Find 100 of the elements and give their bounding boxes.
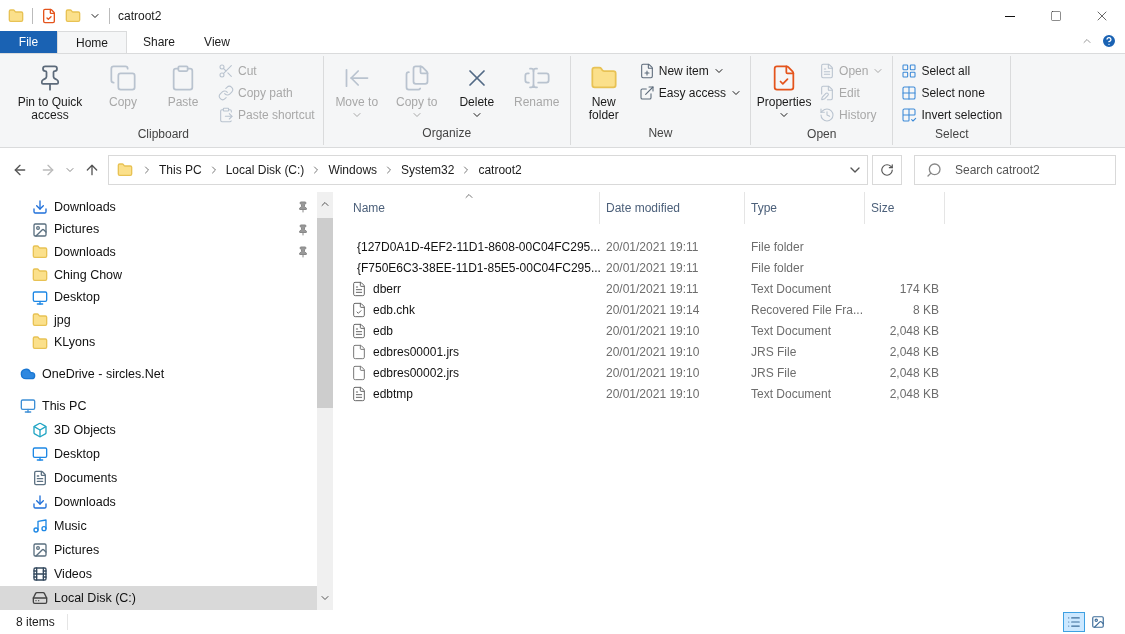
copy-icon — [109, 64, 137, 92]
nav-item[interactable]: Pictures — [0, 218, 317, 242]
ribbon-tab[interactable]: File — [0, 31, 57, 53]
text-file-icon — [351, 280, 367, 297]
help-icon[interactable] — [1101, 33, 1117, 49]
refresh-icon — [880, 163, 894, 177]
nav-item[interactable]: Downloads — [0, 241, 317, 264]
folder-icon[interactable] — [8, 8, 24, 24]
details-view-button[interactable] — [1063, 612, 1085, 632]
date-cell-text: 20/01/2021 19:11 — [605, 259, 700, 276]
ribbon-group-label: Clipboard — [136, 126, 191, 143]
ribbon-command-button[interactable]: Easy access — [634, 82, 747, 104]
column-header[interactable]: Size — [865, 192, 945, 224]
text-file-icon — [351, 385, 367, 402]
breadcrumb-item[interactable]: Windows — [326, 162, 380, 178]
nav-item[interactable]: OneDrive - sircles.Net — [0, 362, 317, 387]
picture-icon — [32, 221, 48, 238]
nav-item[interactable]: Documents — [0, 466, 317, 491]
properties-icon[interactable] — [41, 8, 57, 24]
breadcrumb-item[interactable]: System32 — [399, 162, 457, 178]
minimize-icon — [1005, 15, 1015, 17]
breadcrumb-item[interactable]: Local Disk (C:) — [223, 162, 307, 178]
file-name[interactable]: {F750E6C3-38EE-11D1-85E5-00C04FC295... — [357, 259, 601, 276]
column-header[interactable]: Date modified — [600, 192, 745, 224]
ribbon-tab[interactable]: View — [187, 31, 247, 53]
pin-icon[interactable] — [297, 223, 309, 236]
scissors-icon — [218, 63, 234, 79]
scrollbar[interactable] — [317, 192, 333, 610]
nav-item[interactable]: This PC — [0, 394, 317, 419]
ribbon-command-button[interactable]: Invert selection — [897, 104, 1007, 126]
list-icon — [1067, 615, 1081, 629]
address-bar[interactable]: This PC Local Disk (C:) Windows System32 catroot2 — [108, 155, 868, 185]
blank-file-icon — [351, 343, 367, 360]
nav-item[interactable]: Ching Chow — [0, 263, 317, 287]
search-field[interactable]: Search catroot2 — [914, 155, 1116, 185]
pin-icon[interactable] — [297, 246, 309, 259]
nav-item[interactable]: Local Disk (C:) — [0, 586, 317, 611]
file-name[interactable]: edbres00002.jrs — [373, 364, 460, 381]
nav-item[interactable]: Music — [0, 514, 317, 539]
picture-icon — [32, 542, 48, 559]
nav-item[interactable]: jpg — [0, 308, 317, 332]
folder-icon[interactable] — [65, 8, 81, 24]
date-cell-text: 20/01/2021 19:10 — [605, 322, 701, 339]
nav-item[interactable]: Pictures — [0, 538, 317, 563]
refresh-button[interactable] — [872, 155, 902, 185]
type-cell-text: Text Document — [750, 385, 833, 402]
pin-icon[interactable] — [297, 201, 309, 214]
hard-drive-icon — [32, 590, 48, 607]
ribbon-tab[interactable]: Share — [127, 31, 187, 53]
file-name[interactable]: edb — [373, 322, 394, 339]
new-file-icon — [638, 63, 655, 79]
music-note-icon — [32, 518, 48, 535]
file-name[interactable]: edbtmp — [373, 385, 414, 402]
ribbon-command-button[interactable]: Delete — [447, 60, 506, 121]
ribbon-group-label: Organize — [421, 125, 473, 142]
type-cell-text: Text Document — [750, 322, 833, 339]
search-icon — [926, 162, 942, 178]
maximize-icon — [1050, 10, 1062, 22]
nav-item[interactable]: 3D Objects — [0, 418, 317, 443]
window-title: catroot2 — [118, 8, 162, 24]
size-cell-text: 2,048 KB — [888, 322, 940, 339]
nav-item[interactable]: KLyons — [0, 331, 317, 355]
back-arrow-icon[interactable] — [12, 162, 28, 178]
date-cell-text: 20/01/2021 19:11 — [605, 280, 700, 297]
text-file-icon — [351, 322, 367, 339]
file-name[interactable]: edbres00001.jrs — [373, 343, 460, 360]
ribbon-group-label: New — [647, 125, 674, 142]
folder-icon — [32, 312, 48, 329]
ribbon-command-button[interactable]: Properties — [755, 60, 814, 121]
breadcrumb-item[interactable]: catroot2 — [476, 162, 524, 178]
forward-arrow-icon[interactable] — [40, 162, 56, 178]
computer-icon — [20, 398, 36, 415]
ribbon-command-button[interactable]: Select all — [897, 60, 1007, 82]
file-name[interactable]: {127D0A1D-4EF2-11D1-8608-00C04FC295... — [357, 238, 601, 255]
date-cell-text: 20/01/2021 19:11 — [605, 238, 700, 255]
item-count: 8 items — [16, 614, 68, 630]
breadcrumb-item[interactable]: This PC — [157, 162, 204, 178]
ribbon-tab[interactable]: Home — [57, 31, 127, 53]
document-icon — [819, 63, 836, 79]
ribbon-command-button[interactable]: Pin to Quick access — [8, 60, 92, 122]
column-header[interactable]: Type — [745, 192, 865, 224]
file-name[interactable]: dberr — [373, 280, 401, 297]
ribbon-command-button[interactable]: New item — [634, 60, 747, 82]
file-name[interactable]: edb.chk — [373, 301, 416, 318]
grid-icon — [901, 107, 918, 123]
nav-item[interactable]: Downloads — [0, 196, 317, 219]
ribbon-command-button[interactable]: New folder — [574, 60, 633, 122]
nav-item[interactable]: Downloads — [0, 490, 317, 515]
type-cell-text: JRS File — [750, 364, 798, 381]
type-cell-text: File folder — [750, 238, 805, 255]
nav-item[interactable]: Desktop — [0, 286, 317, 309]
shortcut-icon — [638, 85, 655, 101]
nav-item[interactable]: Videos — [0, 562, 317, 587]
column-header[interactable]: Name — [347, 192, 600, 224]
size-cell-text: 8 KB — [912, 301, 940, 318]
type-cell-text: Text Document — [750, 280, 833, 297]
edit-icon — [819, 85, 836, 101]
history-icon — [819, 107, 836, 123]
nav-item[interactable]: Desktop — [0, 442, 317, 467]
ribbon-command-button[interactable]: Select none — [897, 82, 1007, 104]
